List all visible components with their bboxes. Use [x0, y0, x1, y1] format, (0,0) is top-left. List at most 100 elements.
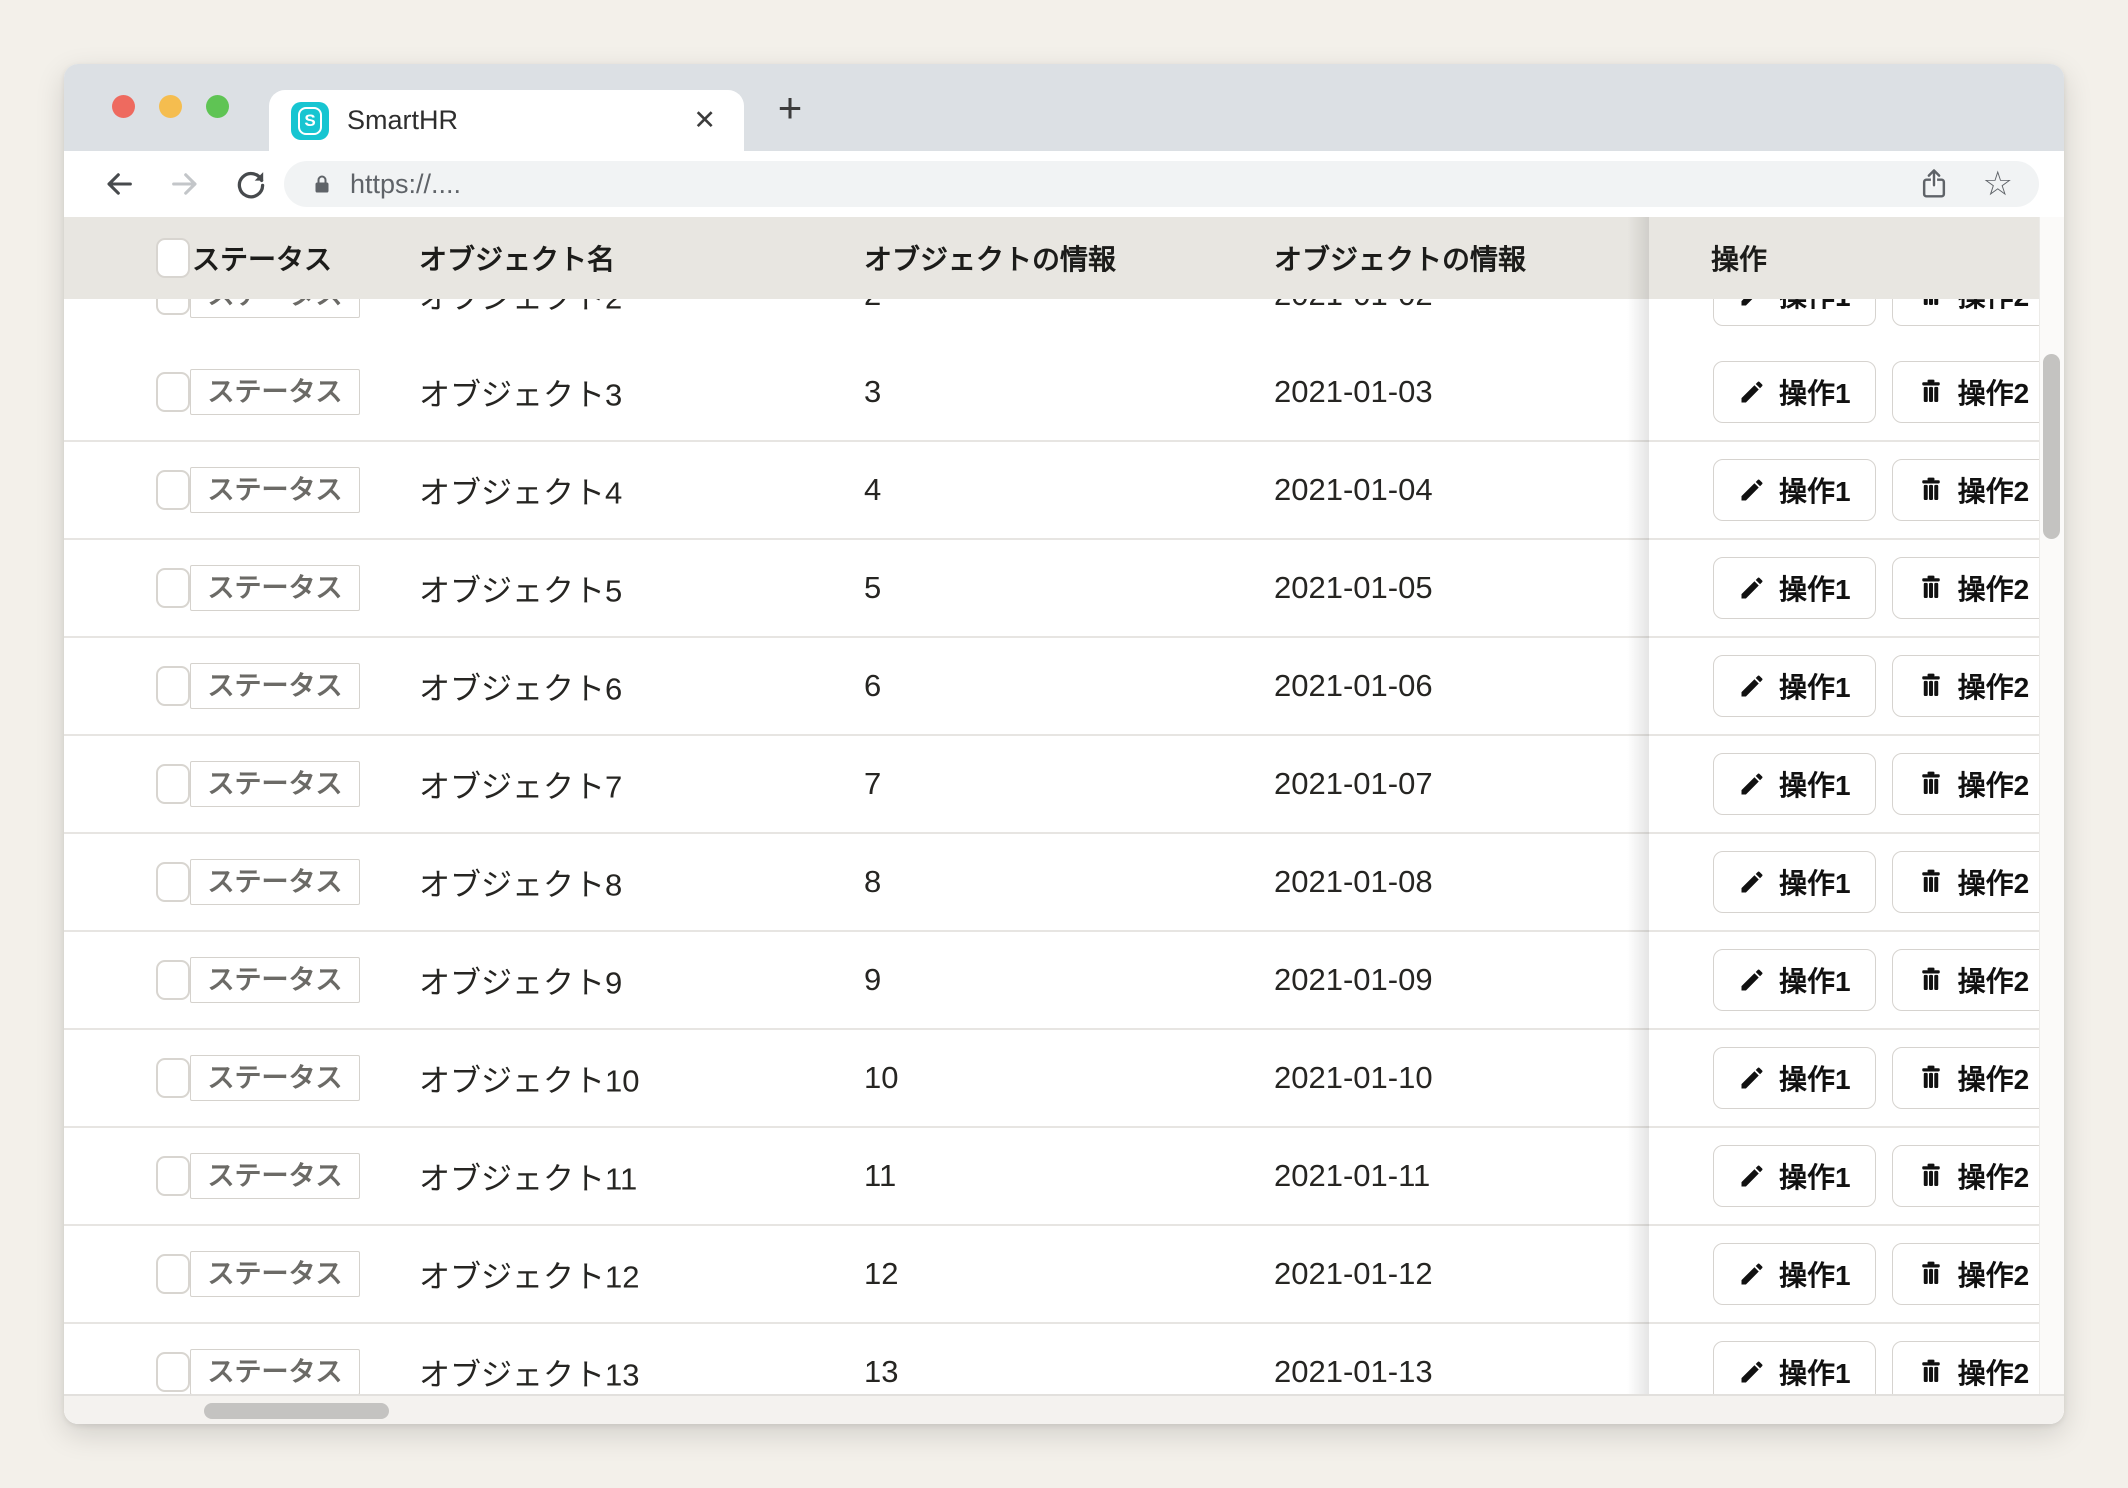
object-date: 2021-01-07	[1274, 766, 1433, 802]
select-all-checkbox[interactable]	[156, 238, 190, 278]
url-bar[interactable]: https://.... ☆	[284, 161, 2039, 207]
object-date: 2021-01-05	[1274, 570, 1433, 606]
browser-tab-smarthr[interactable]: S SmartHR ✕	[269, 90, 744, 151]
table-row: ステータス オブジェクト4 4 2021-01-04 操作1 操作2	[64, 442, 2064, 540]
edit-button[interactable]: 操作1	[1713, 753, 1876, 815]
minimize-window-button[interactable]	[159, 95, 182, 118]
row-checkbox[interactable]	[156, 764, 190, 804]
delete-button[interactable]: 操作2	[1892, 557, 2055, 619]
trash-icon	[1917, 770, 1945, 798]
maximize-window-button[interactable]	[206, 95, 229, 118]
delete-button[interactable]: 操作2	[1892, 753, 2055, 815]
close-window-button[interactable]	[112, 95, 135, 118]
url-text[interactable]: https://....	[350, 169, 1919, 200]
row-checkbox[interactable]	[156, 1254, 190, 1294]
horizontal-scrollbar-thumb[interactable]	[204, 1403, 389, 1419]
edit-button[interactable]: 操作1	[1713, 299, 1876, 326]
status-badge: ステータス	[190, 761, 360, 807]
delete-button[interactable]: 操作2	[1892, 851, 2055, 913]
smarthr-favicon-icon: S	[291, 102, 329, 140]
edit-button[interactable]: 操作1	[1713, 459, 1876, 521]
trash-icon	[1917, 1358, 1945, 1386]
share-icon[interactable]	[1919, 168, 1949, 200]
tab-title: SmartHR	[347, 105, 687, 136]
column-header-object-name: オブジェクト名	[419, 238, 615, 278]
table-row: ステータス オブジェクト9 9 2021-01-09 操作1 操作2	[64, 932, 2064, 1030]
edit-button[interactable]: 操作1	[1713, 655, 1876, 717]
delete-button[interactable]: 操作2	[1892, 459, 2055, 521]
pencil-icon	[1738, 574, 1766, 602]
row-checkbox[interactable]	[156, 568, 190, 608]
object-name: オブジェクト6	[419, 664, 622, 709]
horizontal-scrollbar[interactable]	[64, 1394, 2064, 1424]
delete-button[interactable]: 操作2	[1892, 949, 2055, 1011]
edit-button[interactable]: 操作1	[1713, 1047, 1876, 1109]
object-info: 10	[864, 1060, 898, 1096]
object-name: オブジェクト5	[419, 566, 622, 611]
edit-button[interactable]: 操作1	[1713, 361, 1876, 423]
object-info: 6	[864, 668, 881, 704]
edit-button[interactable]: 操作1	[1713, 1243, 1876, 1305]
edit-button[interactable]: 操作1	[1713, 1341, 1876, 1394]
edit-button[interactable]: 操作1	[1713, 557, 1876, 619]
table-row: ステータス オブジェクト3 3 2021-01-03 操作1 操作2	[64, 344, 2064, 442]
row-checkbox[interactable]	[156, 299, 190, 315]
object-info: 4	[864, 472, 881, 508]
browser-window: S SmartHR ✕ + https://....	[64, 64, 2064, 1424]
object-name: オブジェクト7	[419, 762, 622, 807]
object-name: オブジェクト3	[419, 370, 622, 415]
row-checkbox[interactable]	[156, 372, 190, 412]
bookmark-star-icon[interactable]: ☆	[1983, 167, 2013, 201]
close-tab-icon[interactable]: ✕	[687, 101, 722, 140]
browser-toolbar: https://.... ☆	[64, 151, 2064, 217]
trash-icon	[1917, 1162, 1945, 1190]
vertical-scrollbar[interactable]	[2039, 217, 2064, 1394]
object-date: 2021-01-06	[1274, 668, 1433, 704]
back-icon[interactable]	[102, 167, 136, 201]
object-name: オブジェクト9	[419, 958, 622, 1003]
edit-button[interactable]: 操作1	[1713, 1145, 1876, 1207]
delete-button[interactable]: 操作2	[1892, 655, 2055, 717]
trash-icon	[1917, 868, 1945, 896]
vertical-scrollbar-thumb[interactable]	[2043, 354, 2060, 539]
status-badge: ステータス	[190, 299, 360, 318]
pencil-icon	[1738, 1358, 1766, 1386]
row-checkbox[interactable]	[156, 1352, 190, 1392]
object-date: 2021-01-12	[1274, 1256, 1433, 1292]
table-row-partial: ステータス オブジェクト2 2 2021-01-02 操作1 操作2	[64, 299, 2064, 344]
lock-icon[interactable]	[310, 172, 334, 196]
table-row: ステータス オブジェクト13 13 2021-01-13 操作1 操作2	[64, 1324, 2064, 1394]
table-row: ステータス オブジェクト10 10 2021-01-10 操作1 操作2	[64, 1030, 2064, 1128]
status-badge: ステータス	[190, 859, 360, 905]
status-badge: ステータス	[190, 1251, 360, 1297]
row-checkbox[interactable]	[156, 1156, 190, 1196]
row-checkbox[interactable]	[156, 960, 190, 1000]
forward-icon[interactable]	[168, 167, 202, 201]
column-header-object-info-2: オブジェクトの情報	[1274, 238, 1526, 278]
delete-button[interactable]: 操作2	[1892, 1145, 2055, 1207]
new-tab-button[interactable]: +	[764, 82, 816, 134]
trash-icon	[1917, 476, 1945, 504]
delete-button[interactable]: 操作2	[1892, 299, 2055, 326]
delete-button[interactable]: 操作2	[1892, 1243, 2055, 1305]
row-checkbox[interactable]	[156, 1058, 190, 1098]
row-checkbox[interactable]	[156, 862, 190, 902]
object-info: 12	[864, 1256, 898, 1292]
object-date: 2021-01-08	[1274, 864, 1433, 900]
status-badge: ステータス	[190, 957, 360, 1003]
pencil-icon	[1738, 672, 1766, 700]
edit-button[interactable]: 操作1	[1713, 851, 1876, 913]
pencil-icon	[1738, 770, 1766, 798]
object-info: 5	[864, 570, 881, 606]
reload-icon[interactable]	[234, 167, 268, 201]
row-checkbox[interactable]	[156, 666, 190, 706]
object-date: 2021-01-03	[1274, 374, 1433, 410]
delete-button[interactable]: 操作2	[1892, 1341, 2055, 1394]
edit-button[interactable]: 操作1	[1713, 949, 1876, 1011]
row-checkbox[interactable]	[156, 470, 190, 510]
delete-button[interactable]: 操作2	[1892, 361, 2055, 423]
trash-icon	[1917, 1064, 1945, 1092]
delete-button[interactable]: 操作2	[1892, 1047, 2055, 1109]
object-info: 8	[864, 864, 881, 900]
table-row: ステータス オブジェクト5 5 2021-01-05 操作1 操作2	[64, 540, 2064, 638]
